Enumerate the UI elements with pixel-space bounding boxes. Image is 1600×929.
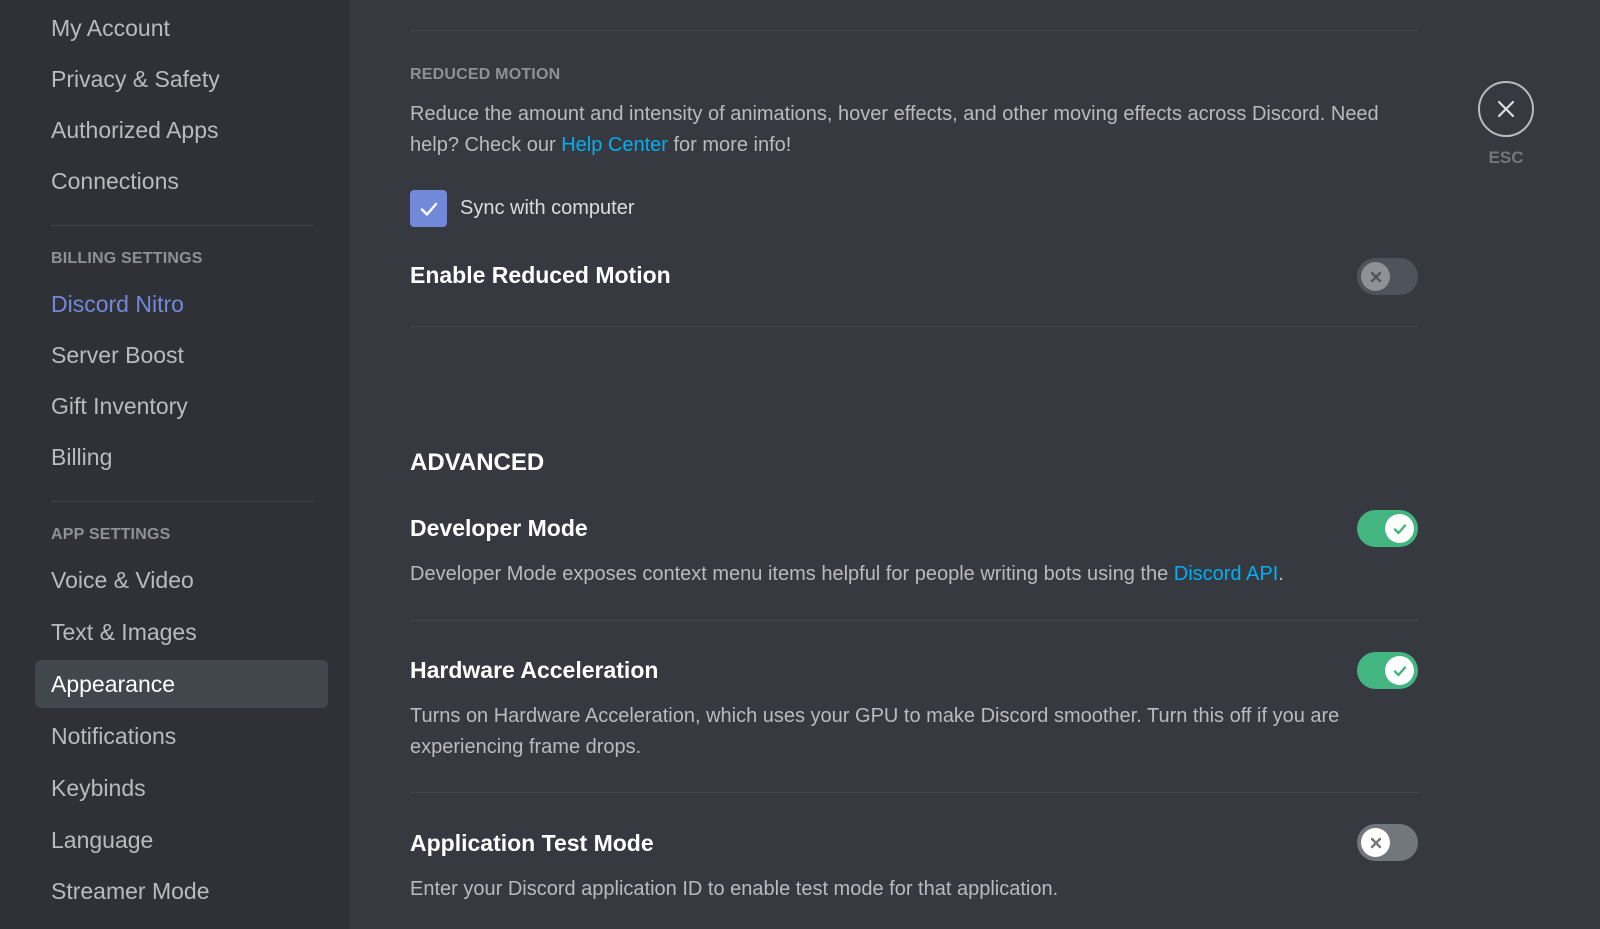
app-settings-header: APP SETTINGS (51, 526, 171, 543)
sidebar-item-authorized-apps[interactable]: Authorized Apps (35, 106, 328, 154)
billing-settings-header: BILLING SETTINGS (51, 250, 203, 267)
sync-with-computer-checkbox[interactable] (410, 190, 447, 227)
application-test-mode-toggle[interactable] (1357, 824, 1418, 861)
section-divider (410, 326, 1418, 327)
hardware-acceleration-description: Turns on Hardware Acceleration, which us… (410, 705, 1340, 758)
reduced-motion-desc-end: for more info! (667, 134, 792, 156)
reduced-motion-header: REDUCED MOTION (410, 66, 561, 83)
sidebar-item-gift-inventory[interactable]: Gift Inventory (35, 382, 328, 430)
hardware-acceleration-title: Hardware Acceleration (410, 657, 659, 683)
help-center-link[interactable]: Help Center (561, 134, 668, 156)
toggle-knob (1385, 514, 1414, 543)
enable-reduced-motion-toggle[interactable] (1357, 258, 1418, 295)
sidebar-item-privacy-safety[interactable]: Privacy & Safety (35, 55, 328, 103)
check-icon (1393, 665, 1406, 676)
developer-mode-desc-end: . (1278, 563, 1284, 585)
reduced-motion-description: Reduce the amount and intensity of anima… (410, 99, 1400, 161)
application-test-mode-description: Enter your Discord application ID to ena… (410, 878, 1059, 900)
sync-with-computer-label: Sync with computer (460, 197, 635, 219)
sidebar-item-discord-nitro[interactable]: Discord Nitro (35, 280, 328, 328)
developer-mode-desc-text: Developer Mode exposes context menu item… (410, 563, 1174, 585)
sidebar-divider (51, 501, 313, 502)
sidebar-item-appearance[interactable]: Appearance (35, 660, 328, 708)
x-icon (1370, 271, 1381, 282)
settings-sidebar: My Account Privacy & Safety Authorized A… (0, 0, 350, 929)
section-divider (410, 792, 1418, 793)
section-divider (410, 30, 1418, 31)
close-icon (1497, 100, 1515, 118)
sidebar-item-streamer-mode[interactable]: Streamer Mode (35, 867, 328, 915)
developer-mode-toggle[interactable] (1357, 510, 1418, 547)
sidebar-divider (51, 225, 313, 226)
sidebar-item-server-boost[interactable]: Server Boost (35, 331, 328, 379)
sidebar-item-keybinds[interactable]: Keybinds (35, 764, 328, 812)
check-icon (1393, 523, 1406, 534)
enable-reduced-motion-title: Enable Reduced Motion (410, 262, 671, 288)
sidebar-item-connections[interactable]: Connections (35, 157, 328, 205)
esc-label: ESC (1488, 148, 1524, 167)
sidebar-item-my-account[interactable]: My Account (35, 4, 328, 52)
section-divider (410, 620, 1418, 621)
reduced-motion-desc-text: Reduce the amount and intensity of anima… (410, 103, 1379, 156)
application-test-mode-title: Application Test Mode (410, 830, 654, 856)
checkmark-icon (420, 202, 437, 216)
advanced-header: ADVANCED (410, 449, 545, 476)
sidebar-item-notifications[interactable]: Notifications (35, 712, 328, 760)
sidebar-item-billing[interactable]: Billing (35, 433, 328, 481)
discord-api-link[interactable]: Discord API (1174, 563, 1278, 585)
developer-mode-description: Developer Mode exposes context menu item… (410, 559, 1400, 590)
developer-mode-title: Developer Mode (410, 515, 588, 541)
sidebar-item-text-images[interactable]: Text & Images (35, 608, 328, 656)
hardware-acceleration-toggle[interactable] (1357, 652, 1418, 689)
toggle-knob (1361, 828, 1390, 857)
sidebar-item-voice-video[interactable]: Voice & Video (35, 556, 328, 604)
close-button[interactable] (1478, 81, 1534, 137)
toggle-knob (1361, 262, 1390, 291)
toggle-knob (1385, 656, 1414, 685)
sidebar-item-language[interactable]: Language (35, 816, 328, 864)
x-icon (1370, 837, 1381, 848)
